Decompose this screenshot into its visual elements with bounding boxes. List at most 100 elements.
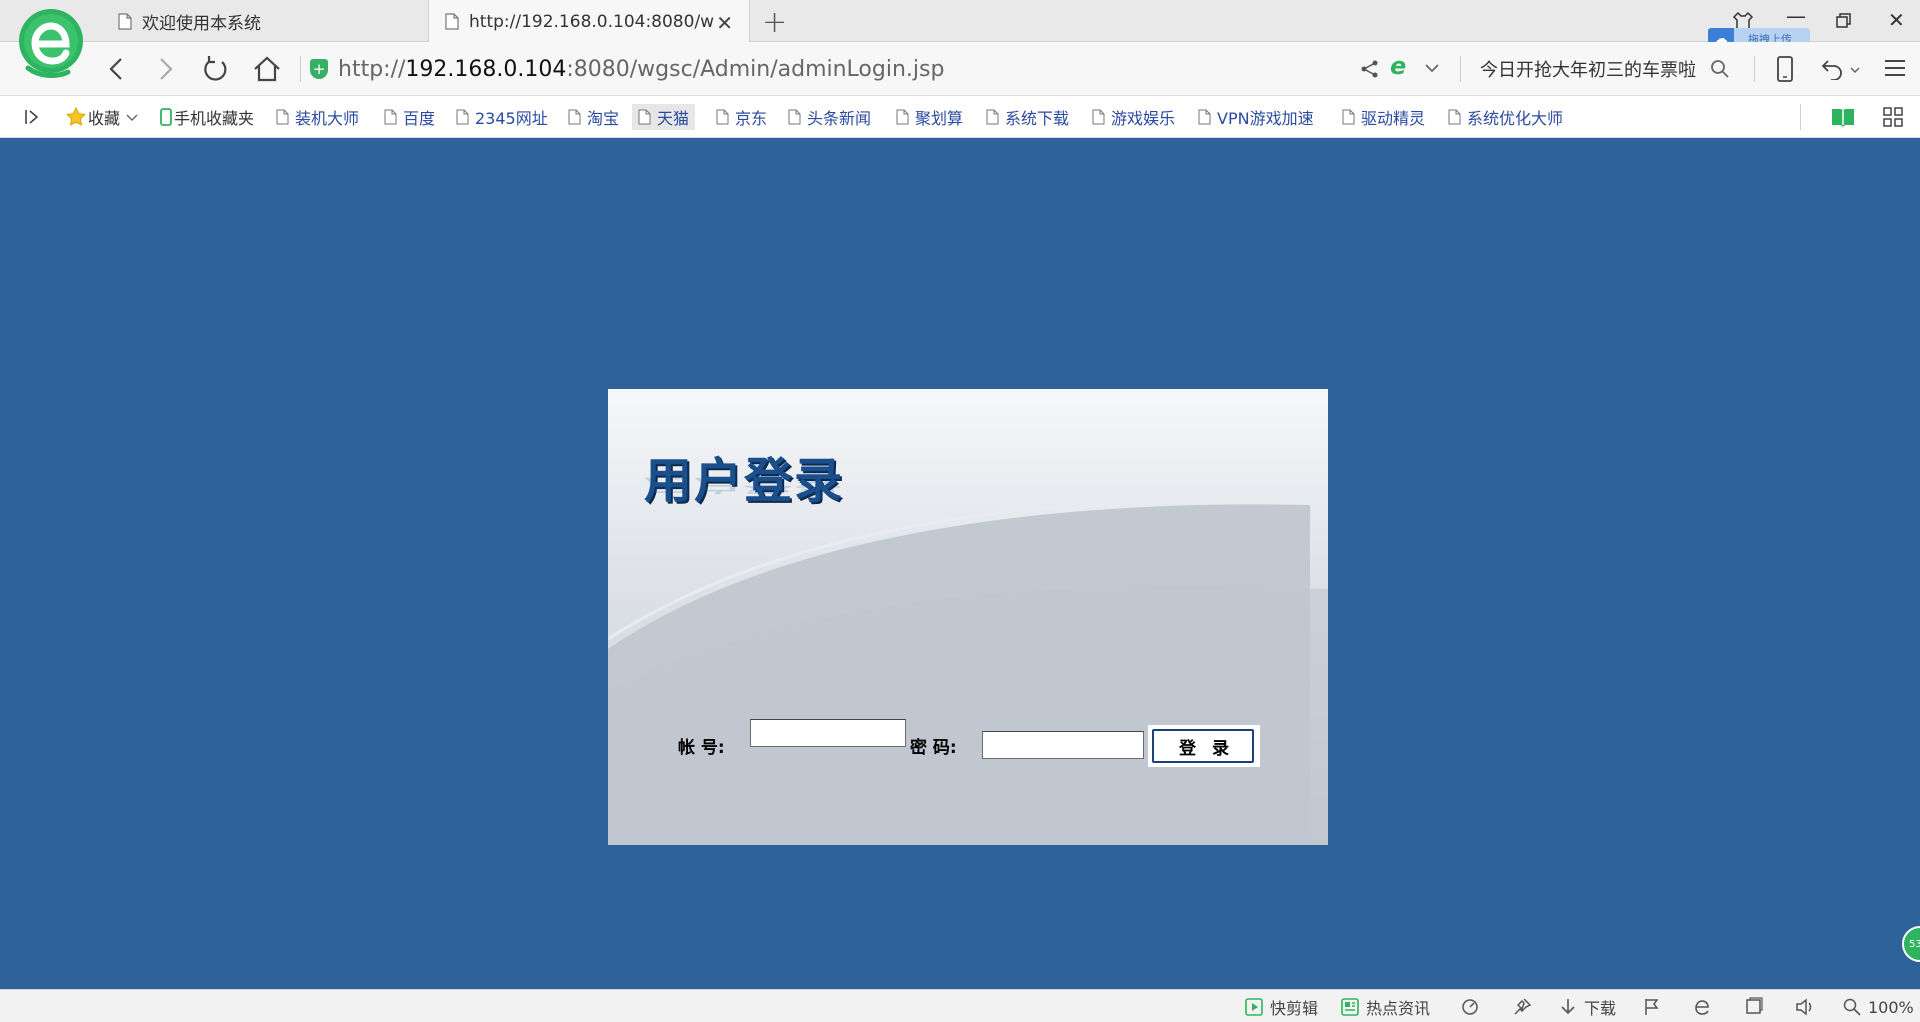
document-icon — [716, 109, 729, 125]
hot-news-button[interactable]: 热点资讯 — [1340, 996, 1430, 1018]
account-input[interactable] — [750, 719, 906, 747]
bookmark-item[interactable]: 京东 — [716, 104, 767, 130]
bookmark-label: 淘宝 — [587, 109, 620, 128]
forward-icon[interactable] — [148, 52, 182, 86]
search-suggestion: 今日开抢大年初三的车票啦 — [1480, 60, 1696, 81]
document-icon — [456, 109, 469, 125]
bookmark-item[interactable]: 百度 — [384, 104, 435, 130]
share-icon[interactable] — [1360, 59, 1380, 79]
bookmark-label: 收藏 — [88, 109, 121, 128]
star-icon — [66, 107, 86, 126]
bookmark-item[interactable]: 系统下载 — [986, 104, 1069, 130]
bookmark-favorites[interactable]: 收藏 — [66, 104, 138, 130]
status-bar: 快剪辑 热点资讯 下载 100% — [0, 989, 1920, 1022]
bookmark-mobile-favorites[interactable]: 手机收藏夹 — [160, 104, 254, 130]
document-icon — [1198, 109, 1211, 125]
login-title-reflection: 用户登录 — [644, 475, 845, 495]
undo-icon[interactable] — [1820, 56, 1844, 80]
bookmark-label: 京东 — [735, 109, 768, 128]
document-icon — [1448, 109, 1461, 125]
login-button[interactable]: 登录 — [1152, 729, 1254, 763]
flag-icon[interactable] — [1642, 997, 1662, 1017]
login-button-frame: 登录 — [1148, 725, 1260, 767]
document-icon — [638, 109, 651, 125]
download-label: 下载 — [1584, 999, 1617, 1018]
news-icon — [1341, 998, 1359, 1016]
bookmark-label: 系统下载 — [1005, 109, 1070, 128]
mobile-icon[interactable] — [1776, 56, 1794, 82]
phone-icon — [160, 108, 172, 126]
document-icon — [896, 109, 909, 125]
tab-title: 欢迎使用本系统 — [142, 13, 261, 34]
refresh-icon[interactable] — [198, 52, 232, 86]
bookmark-item[interactable]: 装机大师 — [276, 104, 359, 130]
bookmark-item[interactable]: 头条新闻 — [788, 104, 871, 130]
restore-icon[interactable] — [1836, 13, 1852, 29]
zoom-level: 100% — [1868, 997, 1914, 1017]
home-icon[interactable] — [250, 52, 284, 86]
download-button[interactable]: 下载 — [1558, 996, 1616, 1018]
account-label: 帐 号: — [678, 738, 725, 758]
password-input[interactable] — [982, 731, 1144, 759]
bookmark-item[interactable]: 2345网址 — [456, 104, 548, 130]
url-host: 192.168.0.104 — [405, 56, 567, 82]
tab-title: http://192.168.0.104:8080/wgsc — [469, 11, 714, 32]
url-path: :8080/wgsc/Admin/adminLogin.jsp — [566, 56, 945, 82]
login-panel: 用户登录 用户登录 帐 号: 密 码: 登录 — [608, 389, 1328, 845]
ie-compat-icon[interactable] — [1692, 997, 1712, 1017]
document-icon — [1092, 109, 1105, 125]
address-field[interactable]: + http://192.168.0.104:8080/wgsc/Admin/a… — [310, 42, 944, 96]
bookmark-label: 游戏娱乐 — [1111, 109, 1176, 128]
bookmark-label: 手机收藏夹 — [174, 109, 255, 128]
pin-icon[interactable] — [1512, 997, 1532, 1017]
close-window-icon[interactable]: ✕ — [1888, 8, 1905, 32]
tab-admin-login[interactable]: http://192.168.0.104:8080/wgsc ✕ — [428, 0, 750, 43]
bookmark-item[interactable]: 系统优化大师 — [1448, 104, 1563, 130]
document-icon — [276, 109, 289, 125]
document-icon — [384, 109, 397, 125]
bookmark-label: 百度 — [403, 109, 436, 128]
bookmark-item[interactable]: 聚划算 — [896, 104, 963, 130]
bookmark-label: 系统优化大师 — [1467, 109, 1564, 128]
apps-grid-icon[interactable] — [1882, 106, 1904, 128]
minimize-icon[interactable]: — — [1786, 4, 1806, 28]
hot-news-label: 热点资讯 — [1366, 999, 1431, 1018]
chevron-down-icon[interactable] — [1424, 62, 1440, 74]
volume-icon[interactable] — [1794, 997, 1816, 1017]
zoom-control[interactable]: 100% — [1842, 996, 1914, 1018]
page-content: 用户登录 用户登录 帐 号: 密 码: 登录 — [4, 139, 1920, 989]
bookmark-label: 2345网址 — [475, 109, 548, 128]
bookmark-item[interactable]: 淘宝 — [568, 104, 619, 130]
download-icon — [1561, 999, 1575, 1015]
close-tab-icon[interactable]: ✕ — [716, 11, 733, 35]
ie-mode-icon[interactable]: e — [1390, 52, 1406, 80]
reading-mode-icon[interactable] — [1830, 106, 1856, 128]
menu-icon[interactable] — [1884, 58, 1906, 78]
document-icon — [788, 109, 801, 125]
back-icon[interactable] — [100, 52, 134, 86]
video-edit-icon — [1245, 998, 1263, 1016]
bookmark-label: 聚划算 — [915, 109, 964, 128]
bookmarks-bar: 收藏 手机收藏夹 装机大师 百度 2345网址 淘宝 天猫 京东 头条新闻 聚划… — [0, 96, 1920, 138]
bookmark-item[interactable]: 驱动精灵 — [1342, 104, 1425, 130]
bookmark-item[interactable]: 游戏娱乐 — [1092, 104, 1175, 130]
password-label: 密 码: — [910, 738, 957, 758]
search-icon[interactable] — [1710, 59, 1730, 79]
browser-logo-icon[interactable] — [16, 6, 86, 86]
document-icon — [986, 109, 999, 125]
bookmark-item[interactable]: VPN游戏加速 — [1198, 104, 1314, 130]
window-icon[interactable] — [1744, 997, 1764, 1017]
speedup-icon[interactable] — [1460, 997, 1480, 1017]
quick-edit-button[interactable]: 快剪辑 — [1244, 996, 1318, 1018]
bookmark-item[interactable]: 天猫 — [632, 104, 696, 130]
bookmark-label: 天猫 — [657, 109, 690, 128]
zoom-icon — [1843, 998, 1861, 1016]
tab-welcome[interactable]: 欢迎使用本系统 — [118, 0, 418, 42]
document-icon — [1342, 109, 1355, 125]
chevron-down-icon[interactable] — [1850, 66, 1860, 74]
new-tab-icon[interactable]: + — [762, 5, 787, 40]
sidebar-toggle-icon[interactable] — [24, 108, 40, 126]
chevron-down-icon — [126, 114, 138, 121]
bookmark-label: 驱动精灵 — [1361, 109, 1426, 128]
search-field[interactable]: 今日开抢大年初三的车票啦 — [1480, 42, 1730, 96]
